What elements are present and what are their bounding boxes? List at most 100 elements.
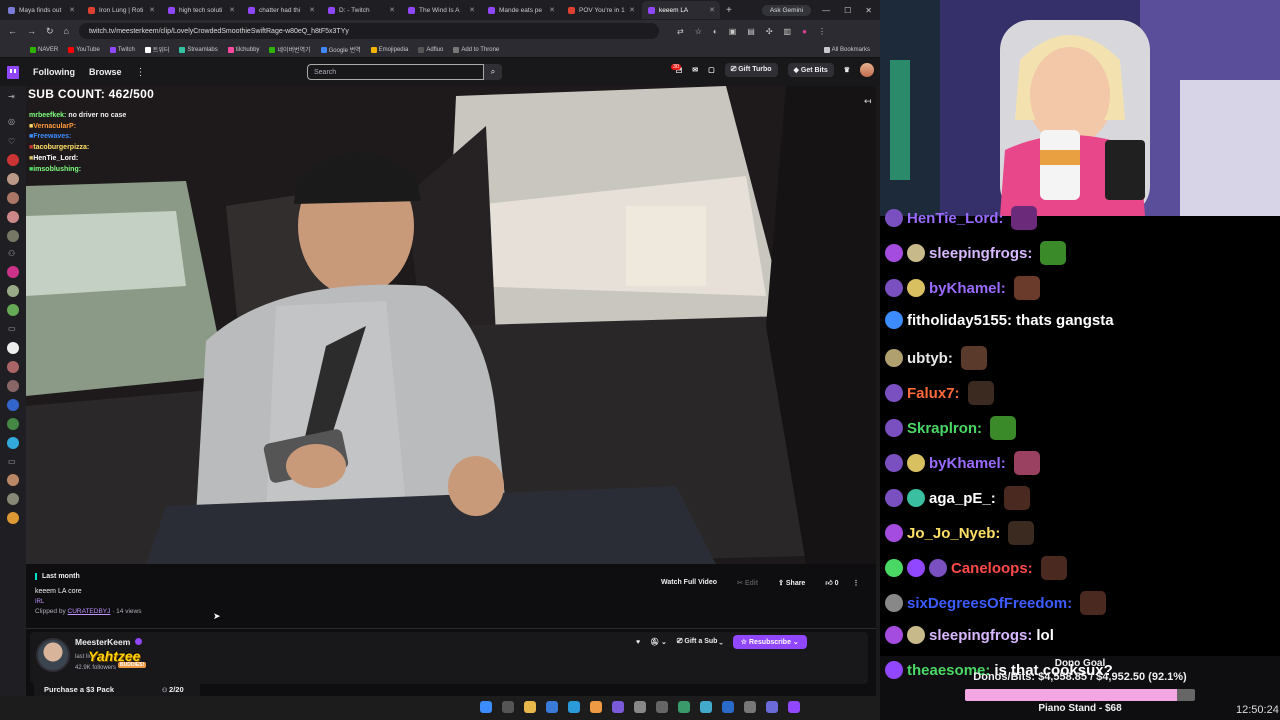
collapse-chat-icon[interactable]: ↤	[864, 96, 872, 107]
app-icon[interactable]	[766, 701, 778, 713]
video-icon[interactable]: ▭	[8, 324, 16, 333]
browser-tab[interactable]: The Wind Is A ✕	[402, 1, 480, 19]
edit-button[interactable]: ✂ Edit	[731, 576, 764, 590]
channel-avatar[interactable]	[7, 380, 19, 392]
browser-tab-active[interactable]: keeem LA ✕	[642, 1, 720, 19]
bookmark-star-icon[interactable]: ☆	[695, 27, 702, 36]
watch-full-video-button[interactable]: Watch Full Video	[655, 576, 723, 589]
app-icon[interactable]	[788, 701, 800, 713]
bookmark-google-translate[interactable]: Google 번역	[320, 45, 361, 54]
close-tab-icon[interactable]: ✕	[149, 6, 155, 14]
more-options-icon[interactable]: ⋮	[853, 579, 860, 587]
maximize-icon[interactable]: ☐	[844, 6, 851, 15]
more-menu-icon[interactable]: ⋮	[136, 67, 146, 78]
app-icon[interactable]	[700, 701, 712, 713]
video-icon[interactable]: ▭	[8, 457, 16, 466]
notification-bell-icon[interactable]: 🔕︎ ⌄	[650, 638, 667, 646]
ask-gemini-button[interactable]: Ask Gemini	[761, 4, 812, 16]
heart-icon[interactable]: ♡	[8, 137, 15, 146]
browse-link[interactable]: Browse	[89, 67, 122, 77]
channel-avatar[interactable]	[7, 493, 19, 505]
browser-tab[interactable]: Maya finds out ✕	[2, 1, 80, 19]
notifications-icon[interactable]: ▢	[708, 66, 715, 74]
bookmark-tilchubby[interactable]: tilchubby	[227, 46, 259, 53]
sidebar-icon[interactable]: ▥	[784, 27, 792, 36]
channel-avatar[interactable]	[7, 285, 19, 297]
search-button[interactable]: ⌕	[484, 64, 502, 80]
app-icon[interactable]	[546, 701, 558, 713]
steam-icon[interactable]	[722, 701, 734, 713]
extension-icon[interactable]: ▣	[729, 27, 737, 36]
following-link[interactable]: Following	[33, 67, 75, 77]
collapse-sidebar-icon[interactable]: ⇥	[8, 92, 15, 101]
forward-icon[interactable]: →	[27, 26, 36, 36]
browser-tab[interactable]: Iron Lung | Roti ✕	[82, 1, 160, 19]
twitch-logo-icon[interactable]	[7, 65, 19, 79]
channel-name[interactable]: MeesterKeem	[75, 637, 130, 647]
app-icon[interactable]	[656, 701, 668, 713]
channel-avatar[interactable]	[7, 399, 19, 411]
channel-avatar[interactable]	[7, 512, 19, 524]
extension-icon[interactable]: ◐	[713, 27, 718, 36]
user-avatar[interactable]	[860, 63, 874, 77]
channel-avatar[interactable]	[7, 211, 19, 223]
crown-icon[interactable]: ♛	[844, 66, 850, 74]
clip-video-player[interactable]	[26, 86, 876, 564]
close-tab-icon[interactable]: ✕	[69, 6, 75, 14]
close-window-icon[interactable]: ✕	[865, 6, 872, 15]
bookmark-naver-translate[interactable]: 네이버번역기	[269, 45, 311, 54]
get-bits-button[interactable]: ◆ Get Bits	[787, 63, 834, 77]
bookmark-adfluo[interactable]: Adfluo	[418, 46, 443, 53]
close-tab-icon[interactable]: ✕	[549, 6, 555, 14]
app-icon[interactable]	[612, 701, 624, 713]
browser-tab[interactable]: D: - Twitch ✕	[322, 1, 400, 19]
search-icon[interactable]	[502, 701, 514, 713]
translate-icon[interactable]: ⇄	[677, 27, 684, 36]
profile-icon[interactable]: ●	[802, 27, 807, 36]
gift-sub-button[interactable]: ⎚ Gift a Sub ⌄	[677, 638, 723, 646]
channel-avatar[interactable]	[7, 304, 19, 316]
menu-icon[interactable]: ⋮	[818, 27, 826, 36]
close-tab-icon[interactable]: ✕	[229, 6, 235, 14]
puzzle-icon[interactable]: ✣	[766, 27, 773, 36]
all-bookmarks-button[interactable]: All Bookmarks	[823, 46, 870, 53]
close-tab-icon[interactable]: ✕	[309, 6, 315, 14]
channel-avatar[interactable]	[7, 192, 19, 204]
resubscribe-button[interactable]: ☆ Resubscribe ⌄	[732, 635, 807, 649]
home-icon[interactable]: ⌂	[64, 26, 69, 36]
clip-category-link[interactable]: IRL	[35, 599, 44, 605]
bookmark-twitch[interactable]: Twitch	[109, 46, 135, 53]
channel-avatar[interactable]	[36, 638, 70, 672]
app-icon[interactable]	[744, 701, 756, 713]
close-tab-icon[interactable]: ✕	[709, 6, 715, 14]
channel-avatar[interactable]	[7, 266, 19, 278]
search-input[interactable]: Search	[307, 64, 484, 80]
app-icon[interactable]	[678, 701, 690, 713]
extension-icon[interactable]: ▤	[747, 27, 755, 36]
obs-icon[interactable]	[634, 701, 646, 713]
back-icon[interactable]: ←	[8, 26, 17, 36]
whispers-icon[interactable]: ✉	[692, 66, 698, 74]
clipper-link[interactable]: CURATEDBYJ	[68, 608, 111, 615]
recommended-icon[interactable]: ◎	[8, 117, 15, 126]
channel-avatar[interactable]	[7, 361, 19, 373]
browser-tab[interactable]: POV You're in 1 ✕	[562, 1, 640, 19]
channel-avatar[interactable]	[7, 173, 19, 185]
bookmark-throne[interactable]: Add to Throne	[453, 46, 499, 53]
share-button[interactable]: ⇪ Share	[772, 576, 811, 590]
gift-turbo-button[interactable]: ⎚ Gift Turbo	[724, 63, 778, 77]
bookmark-youtube[interactable]: YouTube	[68, 46, 100, 53]
minimize-icon[interactable]: —	[822, 6, 830, 15]
windows-start-icon[interactable]	[480, 701, 492, 713]
chrome-icon[interactable]	[590, 701, 602, 713]
heart-follow-icon[interactable]: ♥	[636, 639, 640, 646]
url-field[interactable]: twitch.tv/meesterkeem/clip/LovelyCrowded…	[78, 23, 659, 39]
channel-avatar[interactable]	[7, 154, 19, 166]
close-tab-icon[interactable]: ✕	[629, 6, 635, 14]
bookmark-emojipedia[interactable]: Emojipedia	[370, 46, 408, 53]
browser-tab[interactable]: chatter had thi ✕	[242, 1, 320, 19]
channel-avatar[interactable]	[7, 418, 19, 430]
people-icon[interactable]: ⚇	[8, 249, 15, 258]
reload-icon[interactable]: ↻	[46, 26, 54, 37]
browser-tab[interactable]: high tech soluti ✕	[162, 1, 240, 19]
